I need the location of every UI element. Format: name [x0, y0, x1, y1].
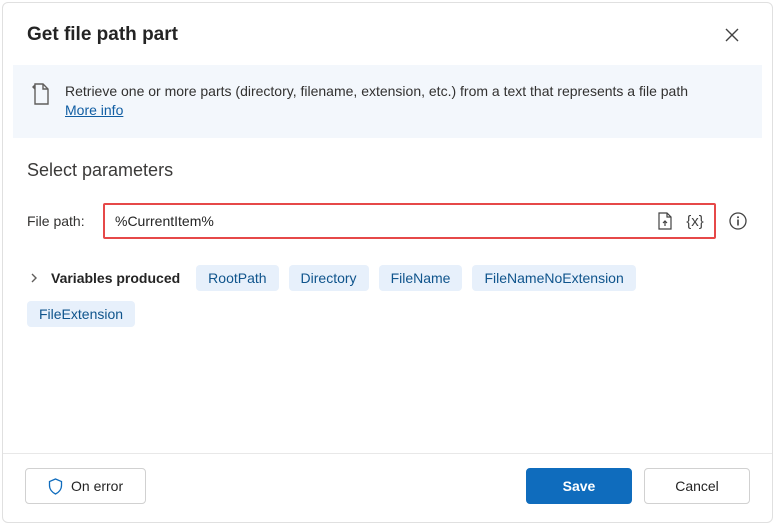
- dialog-header: Get file path part: [3, 3, 772, 65]
- file-path-row: File path: {x}: [27, 203, 748, 239]
- section-heading: Select parameters: [27, 160, 748, 181]
- file-icon: [31, 83, 51, 105]
- on-error-label: On error: [71, 478, 123, 494]
- dialog-title: Get file path part: [27, 24, 178, 46]
- dialog: Get file path part Retrieve one or more …: [2, 2, 773, 523]
- info-description: Retrieve one or more parts (directory, f…: [65, 81, 688, 102]
- close-button[interactable]: [716, 19, 748, 51]
- param-info-button[interactable]: [728, 211, 748, 231]
- variable-icon: {x}: [686, 213, 704, 230]
- cancel-button[interactable]: Cancel: [644, 468, 750, 504]
- file-picker-button[interactable]: [652, 208, 678, 234]
- file-picker-icon: [656, 212, 674, 230]
- dialog-footer: On error Save Cancel: [3, 453, 772, 522]
- footer-right-buttons: Save Cancel: [526, 468, 750, 504]
- variable-chip-directory[interactable]: Directory: [289, 265, 369, 291]
- file-path-input[interactable]: [115, 213, 648, 229]
- on-error-button[interactable]: On error: [25, 468, 146, 504]
- more-info-link[interactable]: More info: [65, 102, 123, 118]
- variable-chip-filenamenoext[interactable]: FileNameNoExtension: [472, 265, 635, 291]
- info-icon: [729, 212, 747, 230]
- variable-picker-button[interactable]: {x}: [682, 208, 708, 234]
- variables-expand-toggle[interactable]: [27, 273, 41, 283]
- file-path-input-wrap: {x}: [103, 203, 716, 239]
- file-path-label: File path:: [27, 213, 91, 229]
- chevron-right-icon: [29, 273, 39, 283]
- variables-produced-label: Variables produced: [51, 270, 180, 286]
- variable-chip-fileextension[interactable]: FileExtension: [27, 301, 135, 327]
- shield-icon: [48, 478, 63, 495]
- variable-chip-rootpath[interactable]: RootPath: [196, 265, 278, 291]
- dialog-body: Select parameters File path: {x}: [3, 138, 772, 453]
- variable-chip-filename[interactable]: FileName: [379, 265, 463, 291]
- variables-produced-row: Variables produced RootPath Directory Fi…: [27, 265, 748, 327]
- info-banner: Retrieve one or more parts (directory, f…: [13, 65, 762, 138]
- save-button[interactable]: Save: [526, 468, 632, 504]
- close-icon: [725, 28, 739, 42]
- info-text-block: Retrieve one or more parts (directory, f…: [65, 81, 688, 120]
